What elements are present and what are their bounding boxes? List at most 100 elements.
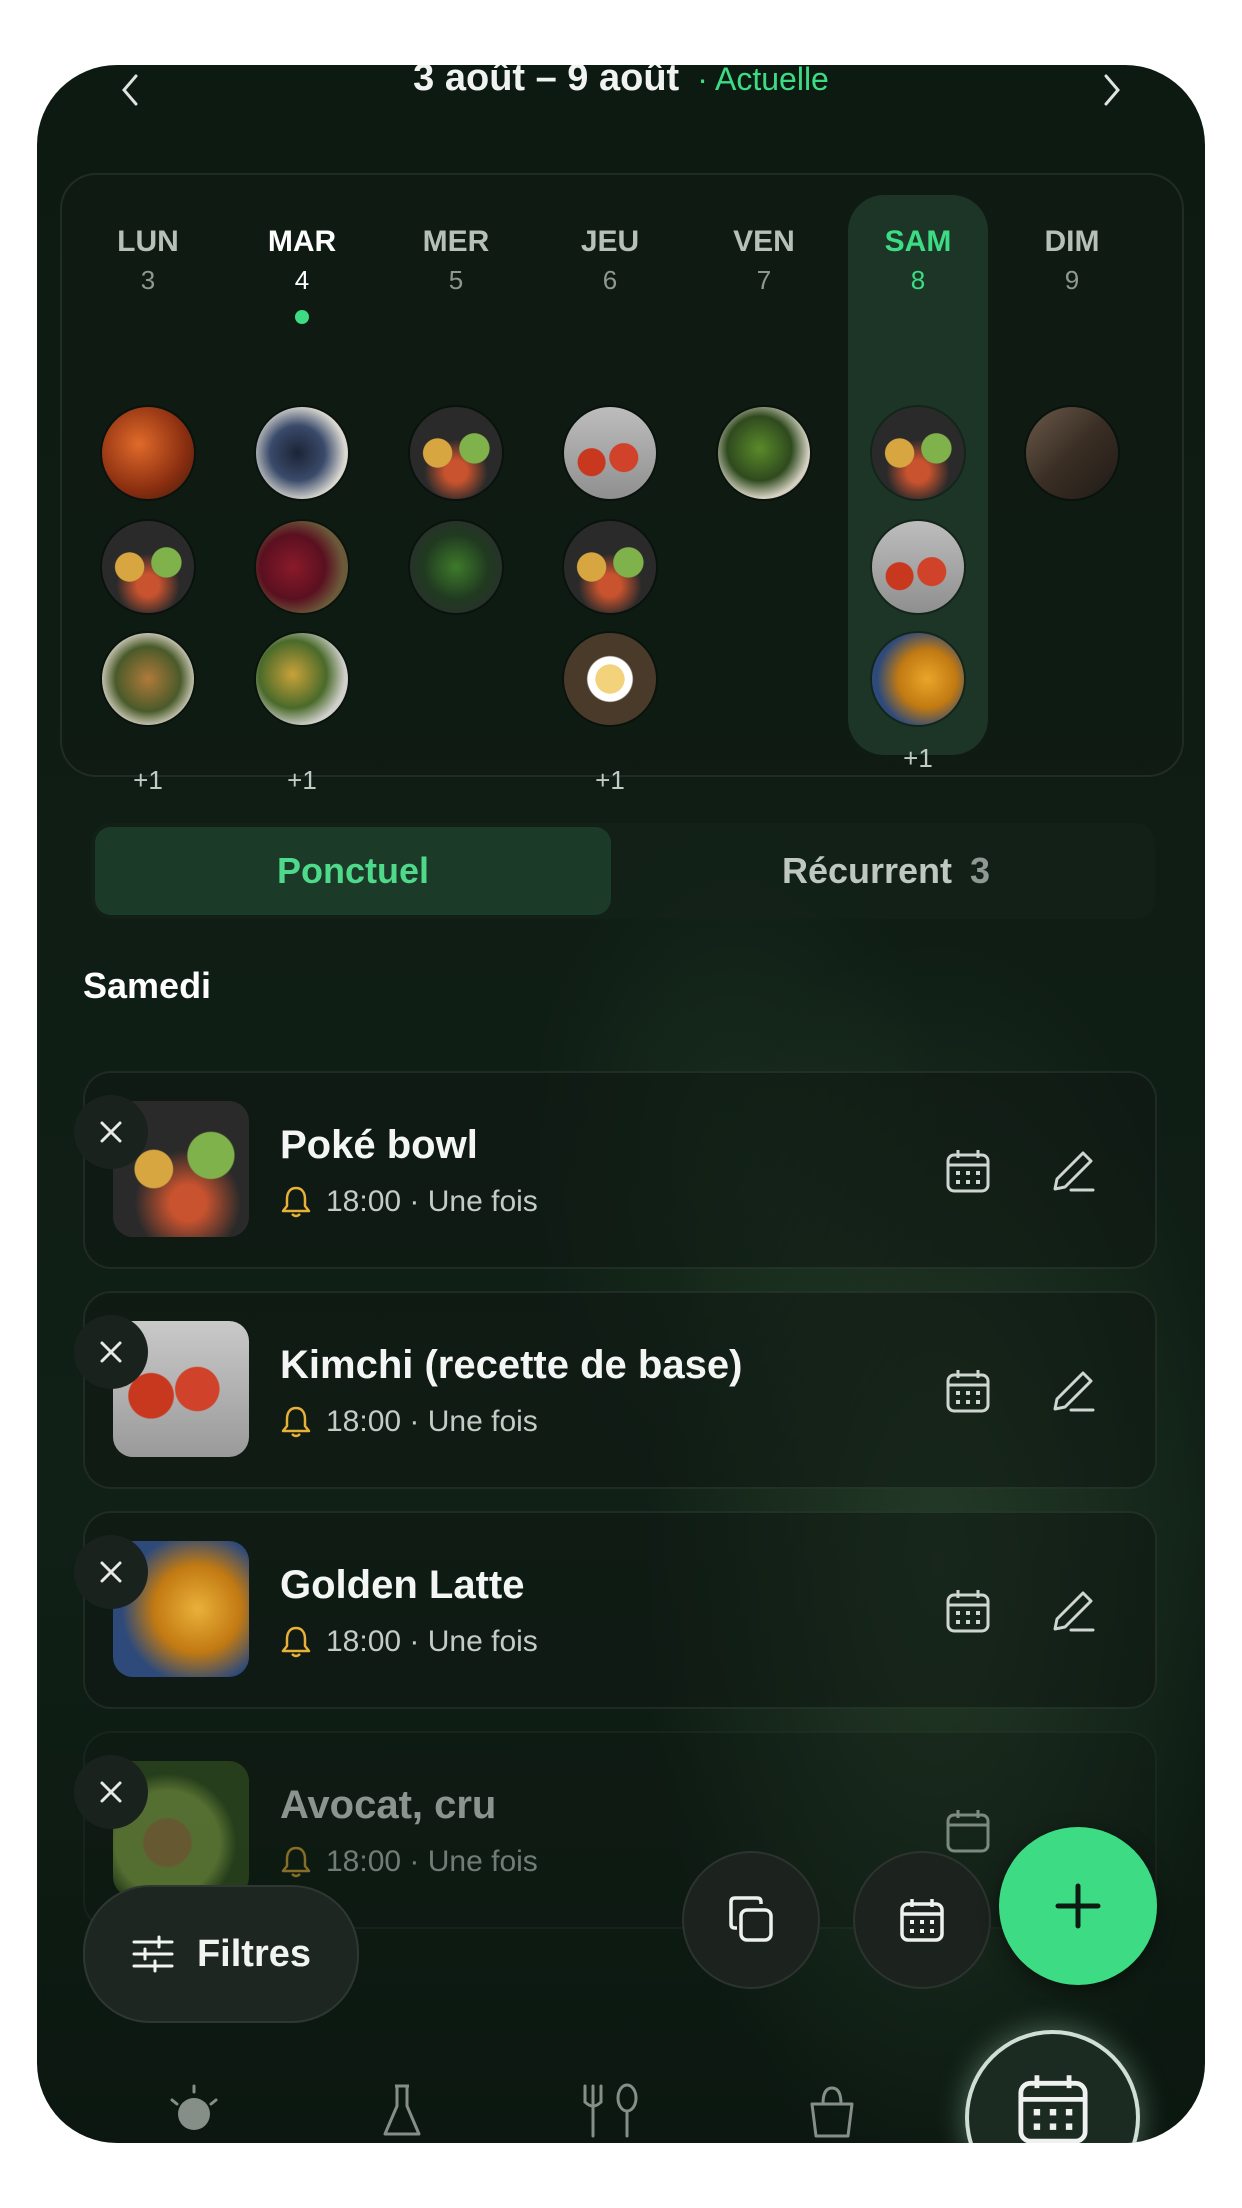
day-number: 4 — [294, 265, 310, 295]
day-number: 6 — [602, 265, 618, 295]
sun-icon — [170, 2084, 218, 2130]
reschedule-button[interactable] — [940, 1143, 996, 1199]
meal-thumbnail[interactable] — [564, 633, 656, 725]
add-meal-button[interactable] — [999, 1827, 1157, 1985]
day-number: 3 — [140, 265, 156, 295]
day-column-lun[interactable]: LUN 3 +1 — [78, 195, 218, 795]
calendar-view-button[interactable] — [853, 1851, 991, 1989]
meal-item[interactable]: Kimchi (recette de base) 18:00 · Une foi… — [83, 1291, 1157, 1489]
pencil-icon — [1053, 1151, 1095, 1192]
day-name: JEU — [580, 225, 640, 258]
meal-item[interactable]: Poké bowl 18:00 · Une fois — [83, 1071, 1157, 1269]
edit-button[interactable] — [1045, 1143, 1101, 1199]
nav-recipes[interactable] — [579, 2075, 649, 2143]
bell-icon — [281, 1626, 311, 1658]
meal-title: Avocat, cru — [280, 1783, 497, 1827]
bell-icon — [281, 1406, 311, 1438]
remove-item-button[interactable] — [74, 1315, 148, 1389]
meal-title: Kimchi (recette de base) — [280, 1343, 743, 1387]
filters-label: Filtres — [196, 1932, 312, 1975]
day-column-ven[interactable]: VEN 7 — [694, 195, 834, 775]
current-week-label: · Actuelle — [697, 65, 829, 97]
nav-lab[interactable] — [367, 2075, 437, 2143]
meal-title: Poké bowl — [280, 1123, 478, 1167]
day-column-jeu[interactable]: JEU 6 +1 — [540, 195, 680, 795]
reschedule-button[interactable] — [940, 1583, 996, 1639]
week-range: 3 août – 9 août — [413, 65, 680, 99]
edit-button[interactable] — [1045, 1363, 1101, 1419]
meal-thumbnail[interactable] — [872, 633, 964, 725]
tab-ponctuel[interactable]: Ponctuel — [95, 827, 611, 915]
close-icon — [100, 1341, 122, 1363]
day-column-dim[interactable]: DIM 9 — [1002, 195, 1142, 775]
meal-title: Golden Latte — [280, 1563, 525, 1607]
meal-schedule: 18:00 · Une fois — [280, 1845, 538, 1879]
remove-item-button[interactable] — [74, 1535, 148, 1609]
meal-schedule: 18:00 · Une fois — [280, 1625, 538, 1659]
nav-shopping[interactable] — [797, 2075, 867, 2143]
meal-thumbnail[interactable] — [718, 407, 810, 499]
meal-time: 18:00 · Une fois — [326, 1845, 538, 1878]
remove-item-button[interactable] — [74, 1755, 148, 1829]
plus-icon — [1055, 1883, 1101, 1929]
filters-button[interactable]: Filtres — [83, 1885, 359, 2023]
shopping-bag-icon — [810, 2086, 854, 2138]
day-column-mer[interactable]: MER 5 — [386, 195, 526, 775]
bell-icon — [281, 1846, 311, 1878]
day-number: 5 — [448, 265, 464, 295]
more-count: +1 — [903, 743, 933, 773]
nav-planner[interactable] — [965, 2030, 1140, 2143]
bell-icon — [281, 1186, 311, 1218]
more-count: +1 — [595, 765, 625, 795]
meal-schedule: 18:00 · Une fois — [280, 1405, 538, 1439]
close-icon — [100, 1781, 122, 1803]
calendar-icon — [900, 1899, 944, 1942]
meal-thumbnail[interactable] — [256, 407, 348, 499]
meal-thumbnail[interactable] — [256, 521, 348, 613]
meal-thumbnail[interactable] — [102, 407, 194, 499]
calendar-icon — [946, 1590, 990, 1633]
meal-schedule: 18:00 · Une fois — [280, 1185, 538, 1219]
tab-recurrent[interactable]: Récurrent 3 — [621, 827, 1151, 915]
reschedule-button[interactable] — [940, 1803, 996, 1859]
day-name: LUN — [117, 225, 179, 258]
day-column-mar[interactable]: MAR 4 +1 — [232, 195, 372, 795]
meal-thumbnail[interactable] — [564, 407, 656, 499]
copy-icon — [729, 1896, 773, 1942]
schedule-type-tabs: Ponctuel Récurrent 3 — [91, 823, 1155, 919]
tab-count: 3 — [970, 850, 991, 891]
meal-thumbnail[interactable] — [102, 521, 194, 613]
week-header: 3 août – 9 août · Actuelle — [37, 65, 1205, 115]
edit-button[interactable] — [1045, 1583, 1101, 1639]
pencil-icon — [1053, 1371, 1095, 1412]
meal-thumbnail[interactable] — [564, 521, 656, 613]
duplicate-button[interactable] — [682, 1851, 820, 1989]
meal-thumbnail[interactable] — [1026, 407, 1118, 499]
day-name: DIM — [1044, 225, 1100, 258]
more-count: +1 — [287, 765, 317, 795]
meal-thumbnail[interactable] — [872, 521, 964, 613]
day-column-sam[interactable]: SAM 8 +1 — [848, 195, 988, 773]
next-week-button[interactable] — [1087, 65, 1137, 115]
calendar-icon — [946, 1810, 990, 1853]
week-range-title: 3 août – 9 août · Actuelle — [37, 65, 1205, 100]
remove-item-button[interactable] — [74, 1095, 148, 1169]
meal-thumbnail[interactable] — [256, 633, 348, 725]
calendar-icon — [1017, 2075, 1088, 2143]
meal-thumbnail[interactable] — [872, 407, 964, 499]
today-indicator — [295, 310, 309, 324]
day-name: MER — [422, 225, 490, 258]
meal-time: 18:00 · Une fois — [326, 1185, 538, 1218]
close-icon — [100, 1121, 122, 1143]
meal-thumbnail[interactable] — [102, 633, 194, 725]
meal-thumbnail[interactable] — [410, 407, 502, 499]
meal-thumbnail[interactable] — [410, 521, 502, 613]
nav-today[interactable] — [159, 2075, 229, 2143]
day-number: 9 — [1064, 265, 1080, 295]
day-number: 8 — [910, 265, 926, 295]
reschedule-button[interactable] — [940, 1363, 996, 1419]
pencil-icon — [1053, 1591, 1095, 1632]
flask-icon — [383, 2084, 421, 2136]
meal-item[interactable]: Golden Latte 18:00 · Une fois — [83, 1511, 1157, 1709]
section-title: Samedi — [83, 965, 212, 1006]
